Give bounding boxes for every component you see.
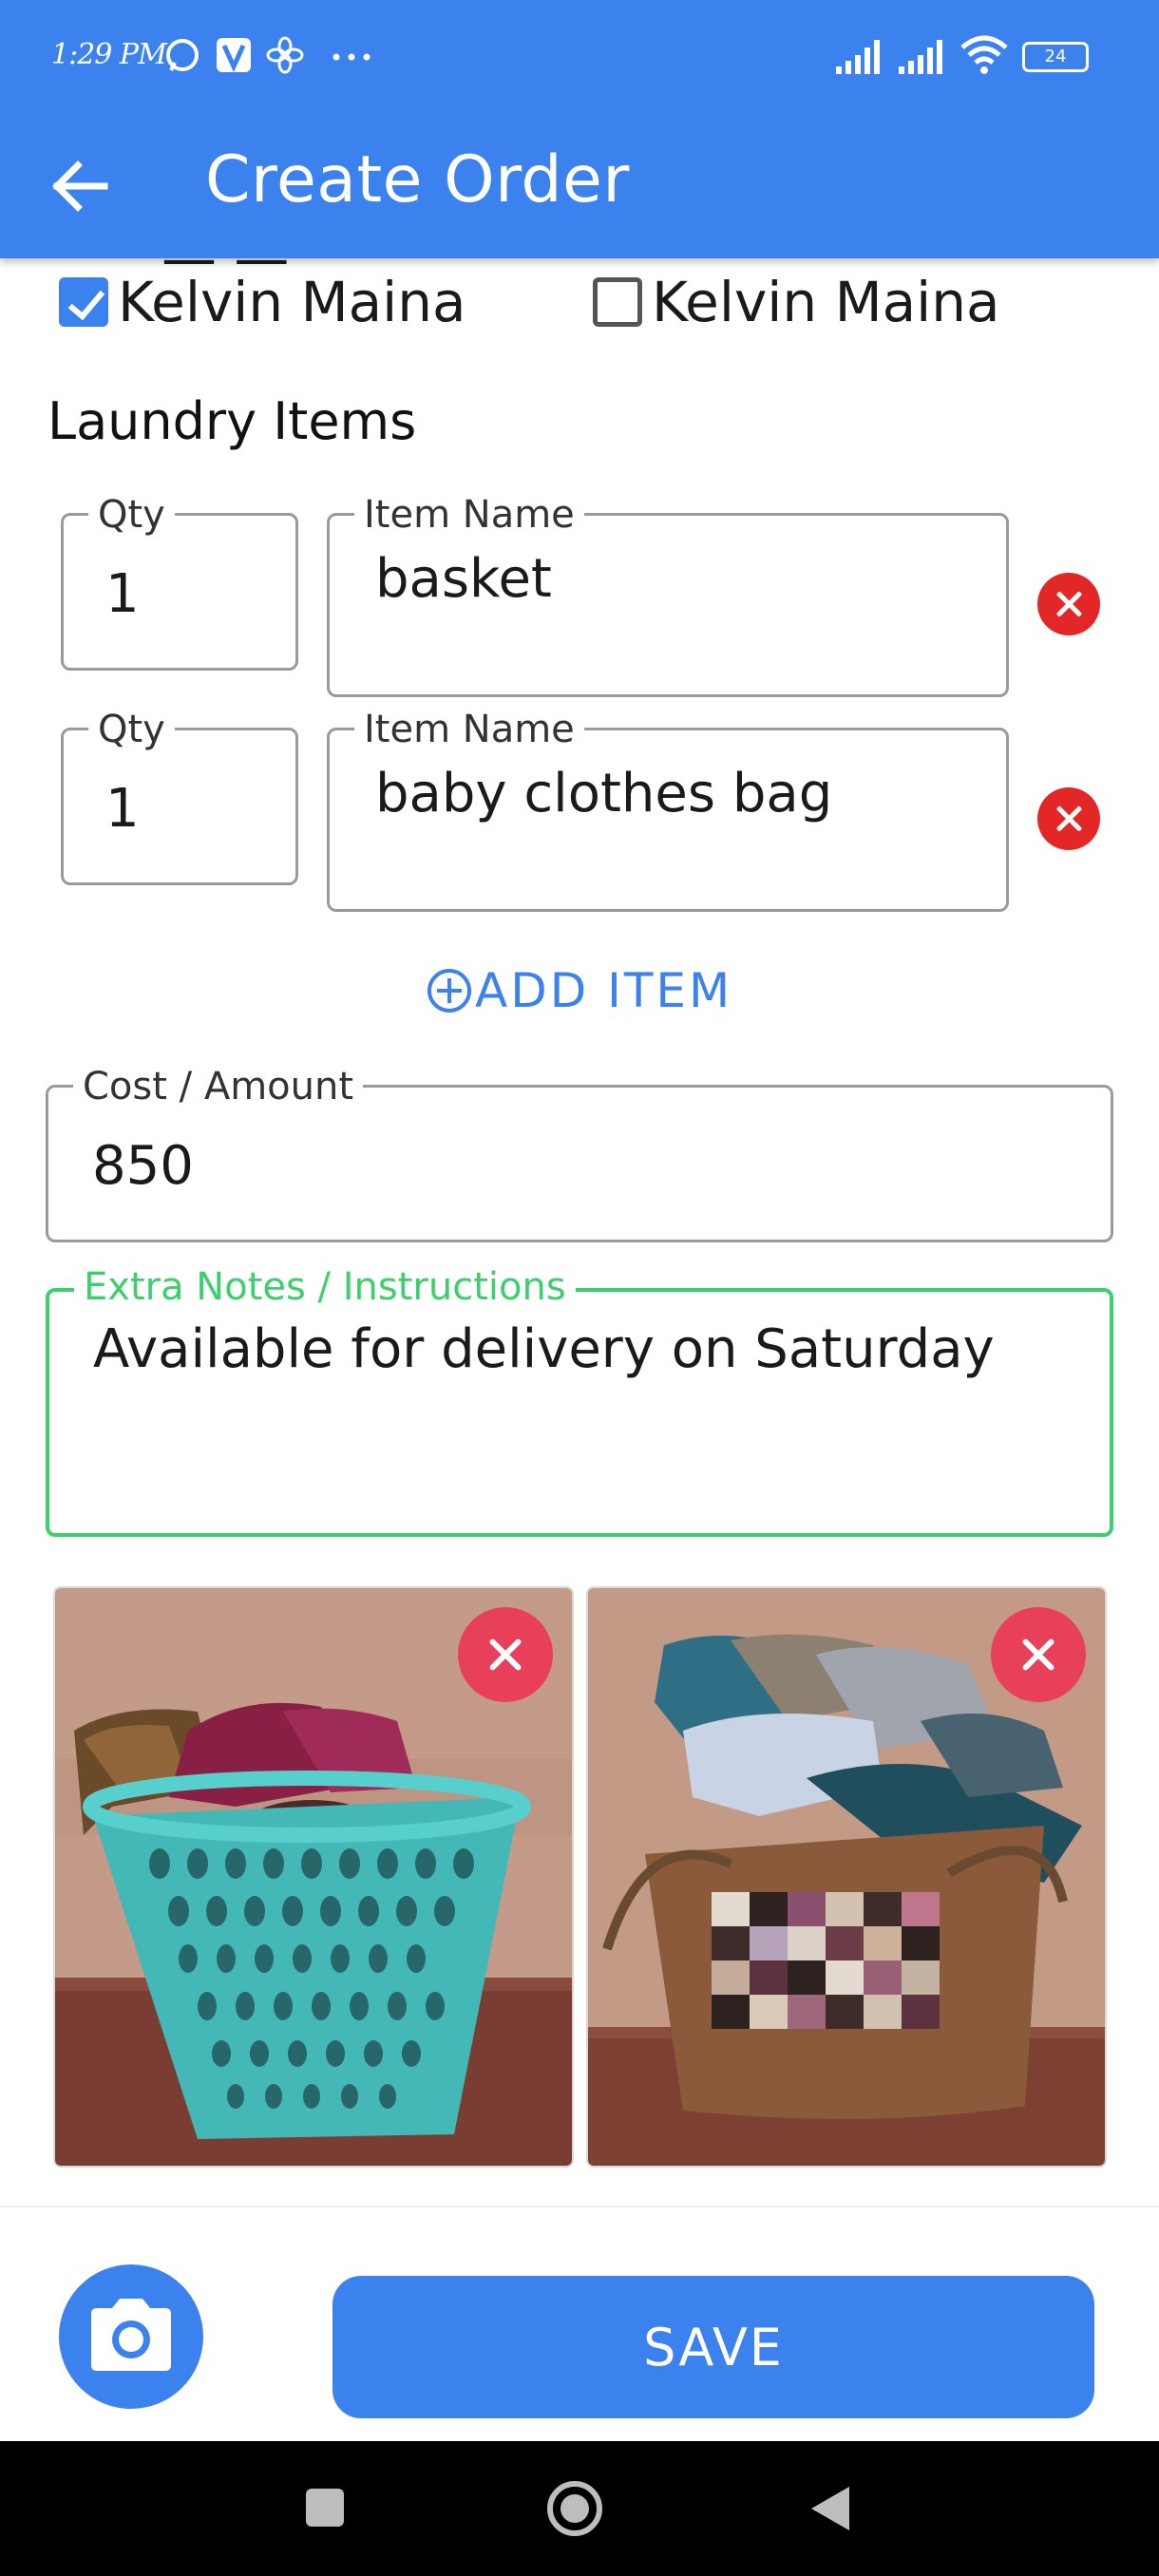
qty-value[interactable]: 1: [105, 563, 140, 625]
camera-button[interactable]: [59, 2264, 203, 2409]
save-button[interactable]: SAVE: [332, 2276, 1094, 2418]
customer-option[interactable]: Kelvin Maina: [593, 270, 1000, 334]
back-icon[interactable]: [808, 2483, 853, 2534]
bottom-action-bar: SAVE: [0, 2206, 1159, 2441]
camera-icon: [91, 2299, 171, 2371]
remove-item-button[interactable]: [1037, 573, 1100, 635]
remove-item-button[interactable]: [1037, 787, 1100, 850]
cost-value[interactable]: 850: [92, 1135, 194, 1197]
customer-checkbox[interactable]: [59, 277, 108, 327]
notes-label: Extra Notes / Instructions: [74, 1265, 576, 1309]
item-name-label: Item Name: [354, 493, 584, 537]
status-time: 1:29 PM: [51, 38, 167, 71]
v-app-icon: [217, 38, 251, 73]
arrow-left-icon[interactable]: [42, 148, 118, 224]
whatsapp-icon: [166, 39, 199, 71]
system-nav-bar: [0, 2441, 1159, 2576]
more-dots-icon: [332, 53, 370, 61]
customer-name: Kelvin Maina: [652, 270, 1000, 334]
cost-field[interactable]: Cost / Amount 850: [46, 1065, 1113, 1242]
section-title: Laundry Items: [48, 391, 417, 451]
customer-name: Kelvin Maina: [118, 270, 466, 334]
order-form[interactable]: — — Kelvin Maina Kelvin Maina Laundry It…: [0, 258, 1159, 2206]
remove-photo-button[interactable]: [991, 1607, 1086, 1702]
pinwheel-icon: [266, 36, 304, 74]
qty-label: Qty: [88, 708, 175, 751]
cost-label: Cost / Amount: [73, 1065, 364, 1108]
laundry-basket-photo[interactable]: [53, 1586, 574, 2168]
page-title: Create Order: [205, 142, 630, 218]
notes-field[interactable]: Extra Notes / Instructions Available for…: [46, 1265, 1113, 1537]
qty-field[interactable]: Qty 1: [61, 708, 298, 885]
qty-value[interactable]: 1: [105, 778, 140, 840]
add-item-label: ADD ITEM: [475, 963, 733, 1018]
clothes-bag-photo[interactable]: [586, 1586, 1107, 2168]
item-name-value[interactable]: basket: [375, 548, 552, 610]
recents-icon[interactable]: [302, 2485, 348, 2530]
customer-checkbox[interactable]: [593, 277, 642, 327]
qty-label: Qty: [88, 493, 175, 537]
item-name-value[interactable]: baby clothes bag: [375, 763, 832, 824]
signal-icon: [899, 40, 942, 74]
notes-value[interactable]: Available for delivery on Saturday: [93, 1318, 995, 1380]
wifi-icon: [960, 35, 1008, 74]
item-name-field[interactable]: Item Name basket: [327, 493, 1009, 697]
toolbar: Create Order: [0, 114, 1159, 258]
customer-option[interactable]: Kelvin Maina: [59, 270, 466, 334]
remove-photo-button[interactable]: [458, 1607, 553, 1702]
status-bar: 1:29 PM 24: [0, 0, 1159, 114]
add-item-button[interactable]: ADD ITEM: [428, 963, 732, 1018]
qty-field[interactable]: Qty 1: [61, 493, 298, 671]
signal-icon: [836, 40, 880, 74]
item-name-field[interactable]: Item Name baby clothes bag: [327, 708, 1009, 912]
battery-icon: 24: [1022, 42, 1089, 72]
battery-level: 24: [1044, 47, 1067, 66]
add-circle-icon: [428, 969, 471, 1013]
home-icon[interactable]: [545, 2479, 604, 2538]
item-name-label: Item Name: [354, 708, 584, 751]
